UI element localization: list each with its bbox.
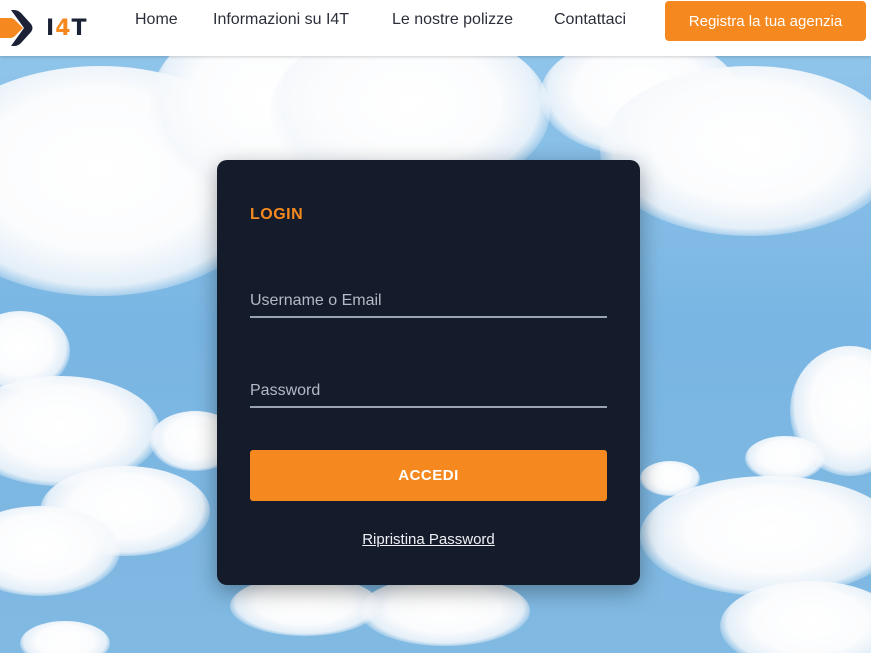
cloud (20, 621, 110, 653)
cloud (640, 476, 871, 596)
register-agency-button[interactable]: Registra la tua agenzia (665, 1, 866, 41)
username-input[interactable] (250, 286, 607, 318)
login-card: LOGIN ACCEDI Ripristina Password (217, 160, 640, 585)
nav-policies[interactable]: Le nostre polizze (392, 11, 513, 29)
login-submit-button[interactable]: ACCEDI (250, 450, 607, 501)
nav-home[interactable]: Home (135, 11, 178, 29)
site-header: I4T Home Informazioni su I4T Le nostre p… (0, 0, 871, 56)
nav-about[interactable]: Informazioni su I4T (213, 11, 349, 29)
cloud (360, 576, 530, 646)
password-input[interactable] (250, 376, 607, 408)
cloud (600, 66, 871, 236)
brand-name: I4T (46, 15, 88, 41)
cloud (230, 576, 380, 636)
login-title: LOGIN (250, 206, 304, 223)
i4t-chevron-logo-icon (0, 7, 34, 49)
cloud (745, 436, 825, 481)
brand-logo[interactable]: I4T (0, 7, 88, 49)
nav-contact[interactable]: Contattaci (554, 11, 626, 29)
reset-password-link[interactable]: Ripristina Password (217, 531, 640, 548)
